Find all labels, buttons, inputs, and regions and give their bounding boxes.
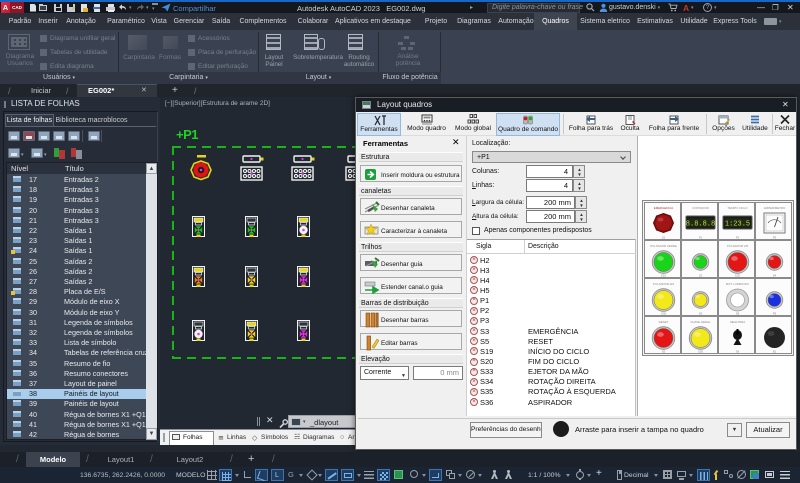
- svg-text:BOT. LUMINOSO: BOT. LUMINOSO: [726, 282, 749, 286]
- svg-text:PULSADOR VM: PULSADOR VM: [727, 244, 749, 248]
- svg-text:SELETORA: SELETORA: [730, 320, 745, 324]
- svg-text:PULSADOR AM: PULSADOR AM: [653, 282, 674, 286]
- svg-text:S50: S50: [698, 350, 704, 354]
- svg-text:S9: S9: [736, 350, 740, 354]
- svg-text:CHAVE GERAL: CHAVE GERAL: [690, 320, 711, 324]
- svg-text:TEMPO CICLO: TEMPO CICLO: [728, 206, 749, 210]
- svg-text:8.8.8.8: 8.8.8.8: [686, 221, 715, 229]
- svg-text:CONTADOR: CONTADOR: [692, 206, 708, 210]
- svg-text:S5: S5: [662, 350, 666, 354]
- svg-text:AMPERIMETRO: AMPERIMETRO: [764, 206, 786, 210]
- svg-text:P6: P6: [773, 312, 777, 316]
- svg-text:S2: S2: [699, 274, 703, 278]
- svg-text:S4: S4: [773, 274, 777, 278]
- svg-text:S10: S10: [661, 274, 667, 278]
- svg-text:RESET: RESET: [659, 320, 669, 324]
- svg-text:P2: P2: [736, 236, 740, 240]
- svg-text:S6: S6: [699, 312, 703, 316]
- svg-text:S30: S30: [661, 312, 667, 316]
- svg-text:S20: S20: [735, 274, 741, 278]
- svg-text:EMERGENCIA: EMERGENCIA: [654, 206, 674, 210]
- svg-text:S8: S8: [736, 312, 740, 316]
- svg-text:S1: S1: [662, 236, 666, 240]
- svg-text:1:23.5: 1:23.5: [725, 221, 750, 229]
- svg-text:P1: P1: [699, 236, 703, 240]
- svg-text:B1: B1: [773, 350, 777, 354]
- svg-text:P3: P3: [773, 236, 777, 240]
- svg-text:PULSADOR VERDE: PULSADOR VERDE: [650, 244, 677, 248]
